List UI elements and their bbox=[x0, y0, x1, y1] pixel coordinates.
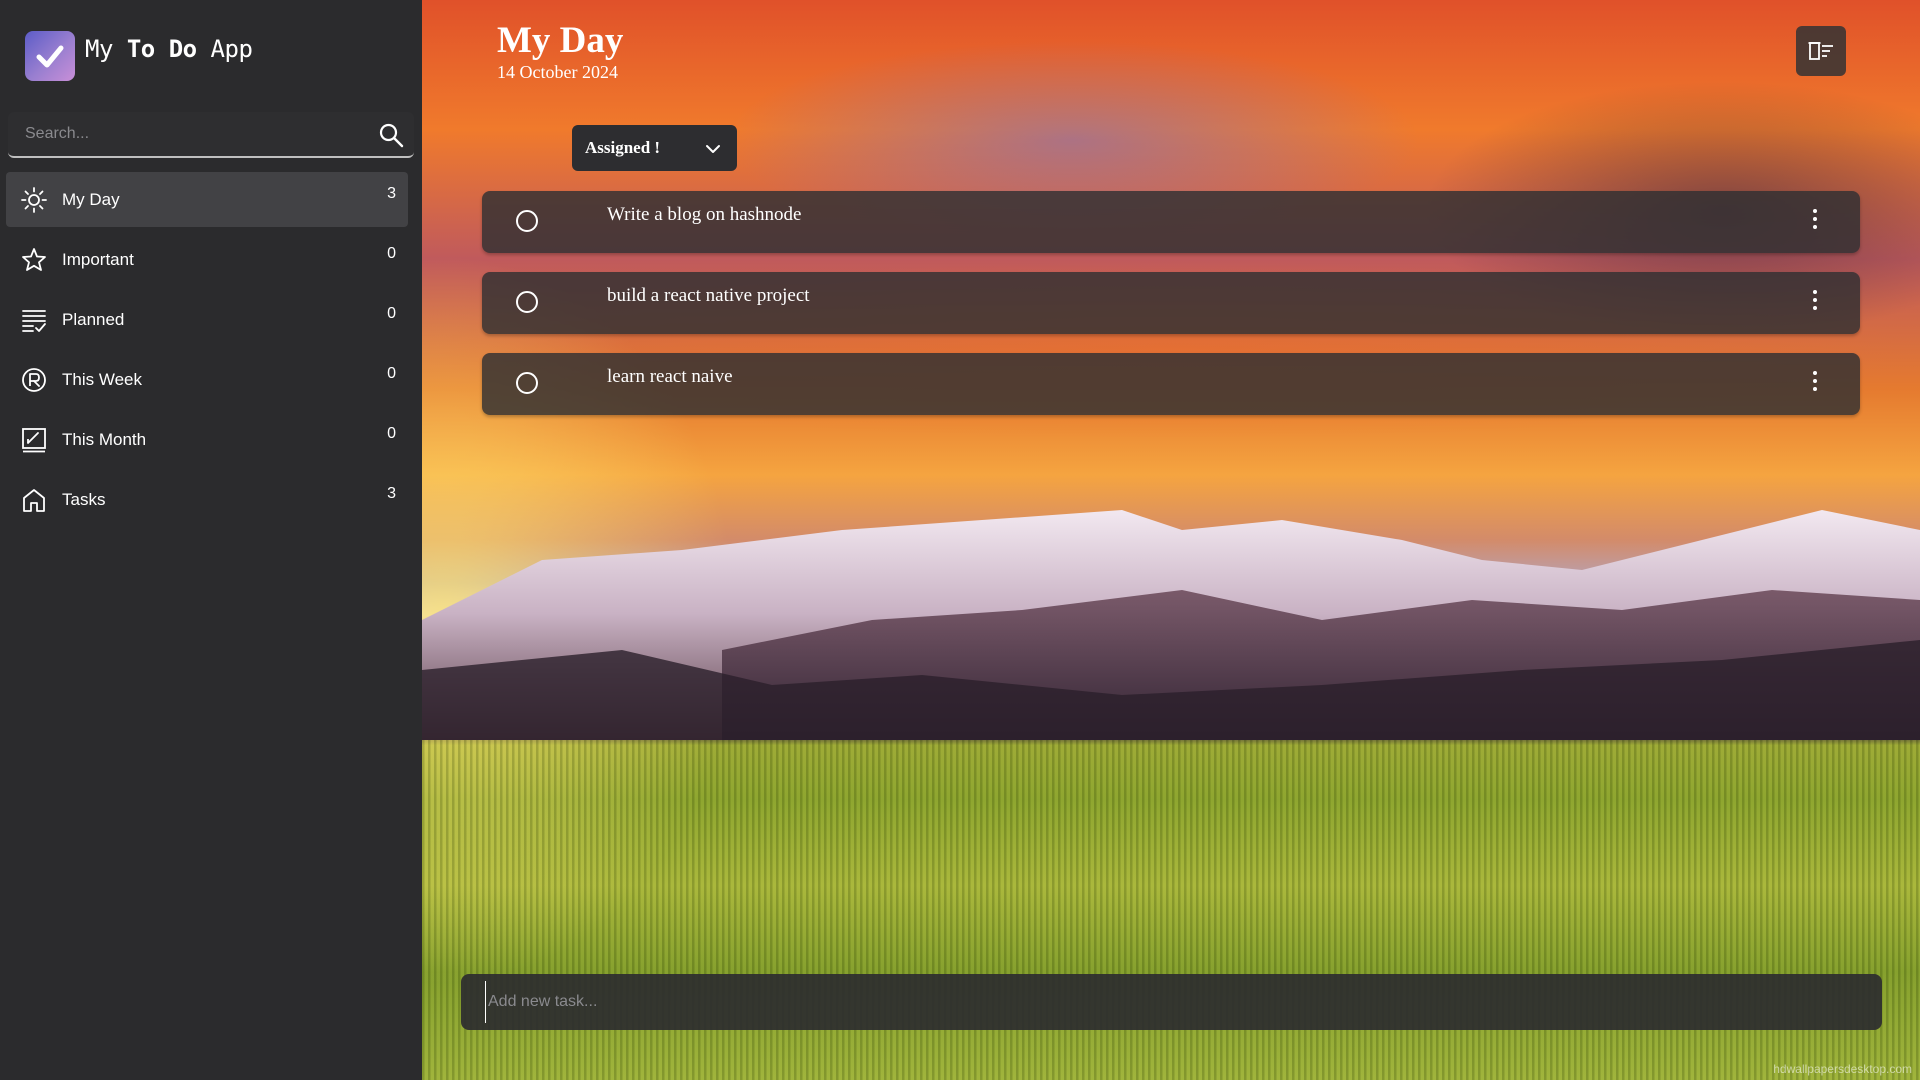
task-title: Write a blog on hashnode bbox=[607, 204, 802, 225]
layout-toggle-button[interactable] bbox=[1796, 26, 1846, 76]
sidebar-nav: My Day 3 Important 0 Planned 0 This Week… bbox=[0, 172, 422, 527]
sidebar-item-label: Tasks bbox=[62, 489, 106, 509]
wallpaper-watermark: hdwallpapersdesktop.com bbox=[1773, 1062, 1912, 1076]
task-complete-checkbox[interactable] bbox=[516, 291, 538, 313]
task-item[interactable]: Write a blog on hashnode bbox=[482, 191, 1860, 253]
sidebar: My To Do App Search... My Day 3 Importan… bbox=[0, 0, 422, 1080]
sidebar-item-count: 0 bbox=[387, 245, 396, 262]
layout-icon bbox=[1808, 42, 1833, 60]
sun-icon bbox=[20, 186, 48, 214]
sidebar-item-count: 0 bbox=[387, 365, 396, 382]
task-complete-checkbox[interactable] bbox=[516, 372, 538, 394]
sidebar-item-count: 0 bbox=[387, 305, 396, 322]
task-item[interactable]: build a react native project bbox=[482, 272, 1860, 334]
search-bar bbox=[8, 112, 414, 158]
week-circle-icon bbox=[20, 366, 48, 394]
home-icon bbox=[20, 486, 48, 514]
task-title: learn react naive bbox=[607, 366, 733, 387]
sidebar-item-count: 0 bbox=[387, 425, 396, 442]
sidebar-item-count: 3 bbox=[387, 485, 396, 502]
add-task-bar bbox=[461, 974, 1882, 1030]
page-date: 14 October 2024 bbox=[497, 62, 618, 82]
background-mountains bbox=[422, 510, 1920, 740]
sidebar-item-this-month[interactable]: This Month 0 bbox=[6, 412, 408, 467]
sidebar-item-my-day[interactable]: My Day 3 bbox=[6, 172, 408, 227]
task-list: Write a blog on hashnode build a react n… bbox=[482, 191, 1860, 434]
sidebar-item-planned[interactable]: Planned 0 bbox=[6, 292, 408, 347]
task-complete-checkbox[interactable] bbox=[516, 210, 538, 232]
month-edit-icon bbox=[20, 426, 48, 454]
app-root: My To Do App Search... My Day 3 Importan… bbox=[0, 0, 1920, 1080]
more-options-icon[interactable] bbox=[1810, 369, 1820, 395]
search-input[interactable] bbox=[8, 113, 367, 155]
sidebar-item-label: This Week bbox=[62, 369, 142, 389]
page-header: My Day 14 October 2024 bbox=[497, 20, 623, 82]
sidebar-item-important[interactable]: Important 0 bbox=[6, 232, 408, 287]
sidebar-item-count: 3 bbox=[387, 185, 396, 202]
sidebar-item-label: Important bbox=[62, 249, 134, 269]
brand: My To Do App bbox=[0, 0, 422, 112]
star-icon bbox=[20, 246, 48, 274]
more-options-icon[interactable] bbox=[1810, 207, 1820, 233]
sidebar-item-label: Planned bbox=[62, 309, 125, 329]
sidebar-item-label: My Day bbox=[62, 189, 120, 209]
sidebar-item-tasks[interactable]: Tasks 3 bbox=[6, 472, 408, 527]
main-content: My Day 14 October 2024 Assigned ! Write … bbox=[422, 0, 1920, 1080]
filter-dropdown[interactable]: Assigned ! bbox=[572, 125, 737, 171]
search-icon[interactable] bbox=[378, 122, 404, 148]
task-item[interactable]: learn react naive bbox=[482, 353, 1860, 415]
planned-list-icon bbox=[20, 306, 48, 334]
sidebar-item-this-week[interactable]: This Week 0 bbox=[6, 352, 408, 407]
more-options-icon[interactable] bbox=[1810, 288, 1820, 314]
page-title: My Day bbox=[497, 20, 624, 61]
sidebar-item-label: This Month bbox=[62, 429, 147, 449]
app-title: My To Do App bbox=[85, 35, 253, 63]
filter-selected-label: Assigned ! bbox=[585, 138, 661, 157]
add-task-input[interactable] bbox=[485, 981, 1850, 1023]
task-title: build a react native project bbox=[607, 285, 810, 306]
checkmark-logo-icon bbox=[25, 31, 75, 81]
chevron-down-icon bbox=[706, 145, 720, 153]
